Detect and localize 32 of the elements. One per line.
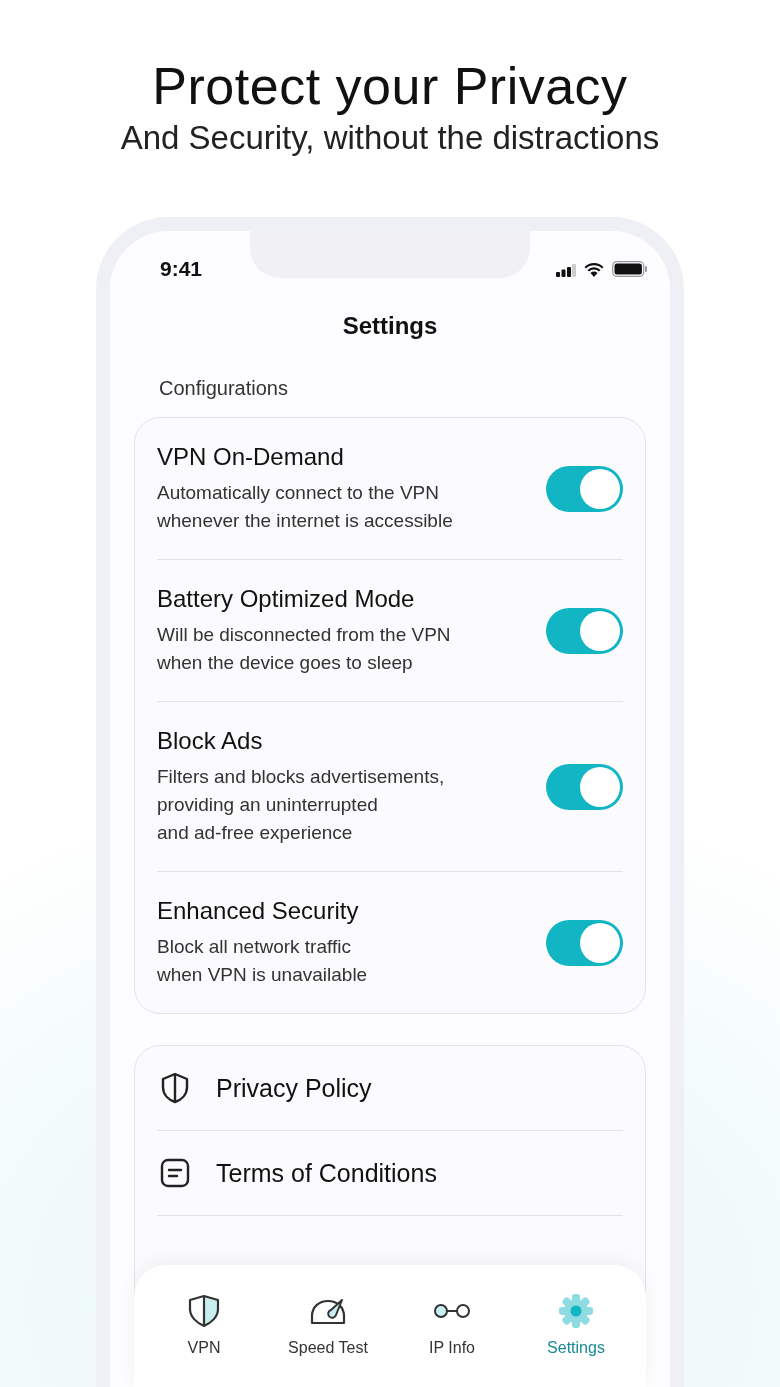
headline: Protect your Privacy	[151, 56, 629, 117]
status-time: 9:41	[159, 257, 204, 282]
connected-nodes-icon	[433, 1301, 471, 1321]
gauge-icon	[309, 1296, 347, 1326]
shield-icon	[186, 1293, 222, 1329]
setting-description: Will be disconnected from the VPN when the device goes to sleep	[157, 623, 452, 675]
screen-title: Settings	[341, 311, 439, 341]
wifi-icon	[584, 262, 604, 277]
toggle-switch[interactable]	[546, 465, 623, 512]
toggle-switch[interactable]	[546, 919, 623, 966]
setting-title: Battery Optimized Mode	[157, 584, 416, 614]
setting-description: Block all network traffic when VPN is unavailable	[157, 935, 369, 987]
setting-description: Filters and blocks advertisements, providing an uninterrupted and ad-free experience	[157, 765, 446, 845]
tab-item[interactable]: Settings	[514, 1265, 638, 1387]
subheadline: And Security, without the distractions	[119, 118, 661, 158]
signal-icon	[556, 264, 576, 277]
document-icon	[160, 1158, 190, 1188]
settings-icon	[558, 1293, 594, 1329]
toggle-switch[interactable]	[546, 607, 623, 654]
link-item[interactable]: Privacy Policy	[216, 1073, 372, 1103]
setting-title: Enhanced Security	[157, 896, 360, 926]
setting-title: Block Ads	[157, 726, 264, 756]
setting-title: VPN On-Demand	[157, 442, 345, 472]
link-item[interactable]: Terms of Conditions	[216, 1158, 437, 1188]
shield-icon	[160, 1072, 190, 1104]
tab-item[interactable]: IP Info	[390, 1265, 514, 1387]
setting-description: Automatically connect to the VPN whenever the internet is accessible	[157, 481, 454, 533]
section-heading: Configurations	[159, 376, 289, 401]
tab-item[interactable]: VPN	[142, 1265, 266, 1387]
tab-item[interactable]: Speed Test	[266, 1265, 390, 1387]
toggle-switch[interactable]	[546, 763, 623, 810]
battery-icon	[612, 261, 648, 277]
